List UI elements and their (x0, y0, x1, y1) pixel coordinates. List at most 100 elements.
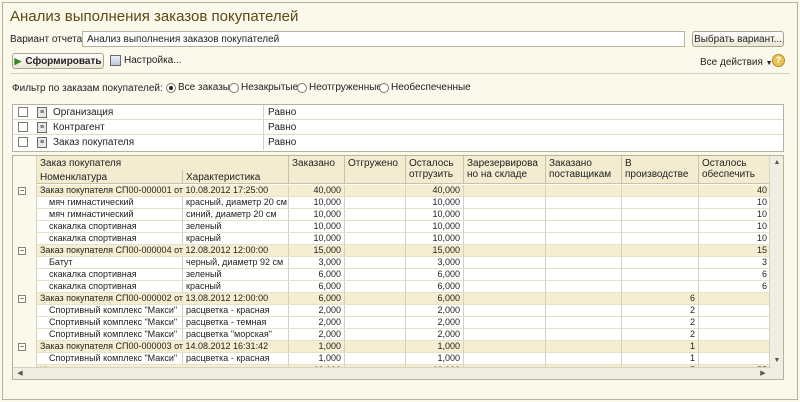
production-cell[interactable]: 2 (622, 305, 699, 317)
production-cell[interactable] (622, 185, 699, 197)
left-provide-cell[interactable] (699, 305, 771, 317)
production-cell[interactable]: 6 (622, 293, 699, 305)
param-condition[interactable]: Равно (263, 105, 300, 120)
supplier-cell[interactable] (546, 197, 622, 209)
production-cell[interactable] (622, 209, 699, 221)
left-provide-cell[interactable]: 6 (699, 281, 771, 293)
settings-button[interactable]: Настройка... (110, 55, 182, 66)
reserved-cell[interactable] (464, 341, 546, 353)
ordered-cell[interactable]: 6,000 (289, 269, 345, 281)
shipped-cell[interactable] (345, 221, 406, 233)
ordered-cell[interactable]: 10,000 (289, 197, 345, 209)
param-checkbox[interactable] (18, 122, 28, 132)
left-provide-cell[interactable]: 10 (699, 233, 771, 245)
characteristic-cell[interactable]: красный (183, 233, 289, 245)
production-cell[interactable] (622, 245, 699, 257)
left-ship-cell[interactable]: 6,000 (406, 269, 464, 281)
reserved-cell[interactable] (464, 245, 546, 257)
nomenclature-cell[interactable]: скакалка спортивная (37, 269, 183, 281)
choose-variant-button[interactable]: Выбрать вариант... (692, 31, 784, 47)
reserved-cell[interactable] (464, 221, 546, 233)
shipped-cell[interactable] (345, 245, 406, 257)
supplier-cell[interactable] (546, 245, 622, 257)
left-ship-cell[interactable]: 40,000 (406, 185, 464, 197)
left-ship-cell[interactable]: 6,000 (406, 281, 464, 293)
left-ship-cell[interactable]: 10,000 (406, 233, 464, 245)
reserved-cell[interactable] (464, 257, 546, 269)
order-group-cell[interactable]: Заказ покупателя СП00-000001 от 10.08.20… (37, 185, 289, 197)
radio-not-closed[interactable]: Незакрытые (229, 82, 298, 93)
characteristic-cell[interactable]: зеленый (183, 221, 289, 233)
reserved-cell[interactable] (464, 185, 546, 197)
param-checkbox[interactable] (18, 107, 28, 117)
characteristic-cell[interactable]: зеленый (183, 269, 289, 281)
left-provide-cell[interactable] (699, 353, 771, 365)
left-provide-cell[interactable]: 15 (699, 245, 771, 257)
variant-field[interactable]: Анализ выполнения заказов покупателей (82, 31, 685, 47)
shipped-cell[interactable] (345, 209, 406, 221)
order-group-cell[interactable]: Заказ покупателя СП00-000004 от 12.08.20… (37, 245, 289, 257)
order-group-cell[interactable]: Заказ покупателя СП00-000002 от 13.08.20… (37, 293, 289, 305)
scroll-up-icon[interactable]: ▲ (772, 158, 782, 168)
reserved-cell[interactable] (464, 233, 546, 245)
left-ship-cell[interactable]: 10,000 (406, 221, 464, 233)
supplier-cell[interactable] (546, 257, 622, 269)
production-cell[interactable] (622, 269, 699, 281)
ordered-cell[interactable]: 3,000 (289, 257, 345, 269)
characteristic-cell[interactable]: красный, диаметр 20 см (183, 197, 289, 209)
characteristic-cell[interactable]: красный (183, 281, 289, 293)
supplier-cell[interactable] (546, 341, 622, 353)
ordered-cell[interactable]: 10,000 (289, 209, 345, 221)
left-ship-cell[interactable]: 2,000 (406, 329, 464, 341)
production-cell[interactable] (622, 257, 699, 269)
production-cell[interactable] (622, 233, 699, 245)
reserved-cell[interactable] (464, 281, 546, 293)
supplier-cell[interactable] (546, 209, 622, 221)
ordered-cell[interactable]: 6,000 (289, 293, 345, 305)
supplier-cell[interactable] (546, 233, 622, 245)
left-ship-cell[interactable]: 1,000 (406, 341, 464, 353)
ordered-cell[interactable]: 15,000 (289, 245, 345, 257)
shipped-cell[interactable] (345, 257, 406, 269)
reserved-cell[interactable] (464, 353, 546, 365)
scroll-left-icon[interactable]: ◀ (15, 369, 25, 379)
reserved-cell[interactable] (464, 197, 546, 209)
left-provide-cell[interactable]: 6 (699, 269, 771, 281)
supplier-cell[interactable] (546, 317, 622, 329)
characteristic-cell[interactable]: расцветка - красная (183, 305, 289, 317)
reserved-cell[interactable] (464, 209, 546, 221)
production-cell[interactable]: 2 (622, 317, 699, 329)
scroll-right-icon[interactable]: ▶ (758, 369, 768, 379)
left-ship-cell[interactable]: 6,000 (406, 293, 464, 305)
left-provide-cell[interactable] (699, 329, 771, 341)
vertical-scrollbar[interactable]: ▲ ▼ (769, 156, 783, 379)
supplier-cell[interactable] (546, 305, 622, 317)
reserved-cell[interactable] (464, 305, 546, 317)
ordered-cell[interactable]: 40,000 (289, 185, 345, 197)
characteristic-cell[interactable]: синий, диаметр 20 см (183, 209, 289, 221)
supplier-cell[interactable] (546, 221, 622, 233)
param-condition[interactable]: Равно (263, 135, 300, 150)
left-ship-cell[interactable]: 10,000 (406, 197, 464, 209)
generate-button[interactable]: ▶ Сформировать (12, 53, 104, 69)
nomenclature-cell[interactable]: Спортивный комплекс "Макси" (37, 317, 183, 329)
left-provide-cell[interactable] (699, 293, 771, 305)
left-provide-cell[interactable] (699, 341, 771, 353)
supplier-cell[interactable] (546, 293, 622, 305)
shipped-cell[interactable] (345, 329, 406, 341)
nomenclature-cell[interactable]: Спортивный комплекс "Макси" (37, 353, 183, 365)
shipped-cell[interactable] (345, 197, 406, 209)
supplier-cell[interactable] (546, 353, 622, 365)
nomenclature-cell[interactable]: скакалка спортивная (37, 233, 183, 245)
nomenclature-cell[interactable]: скакалка спортивная (37, 221, 183, 233)
reserved-cell[interactable] (464, 329, 546, 341)
shipped-cell[interactable] (345, 293, 406, 305)
collapse-group-icon[interactable]: − (18, 187, 26, 195)
ordered-cell[interactable]: 2,000 (289, 317, 345, 329)
characteristic-cell[interactable]: расцветка "морская" (183, 329, 289, 341)
param-checkbox[interactable] (18, 137, 28, 147)
shipped-cell[interactable] (345, 233, 406, 245)
collapse-group-icon[interactable]: − (18, 295, 26, 303)
help-icon[interactable]: ? (772, 54, 785, 67)
ordered-cell[interactable]: 1,000 (289, 341, 345, 353)
